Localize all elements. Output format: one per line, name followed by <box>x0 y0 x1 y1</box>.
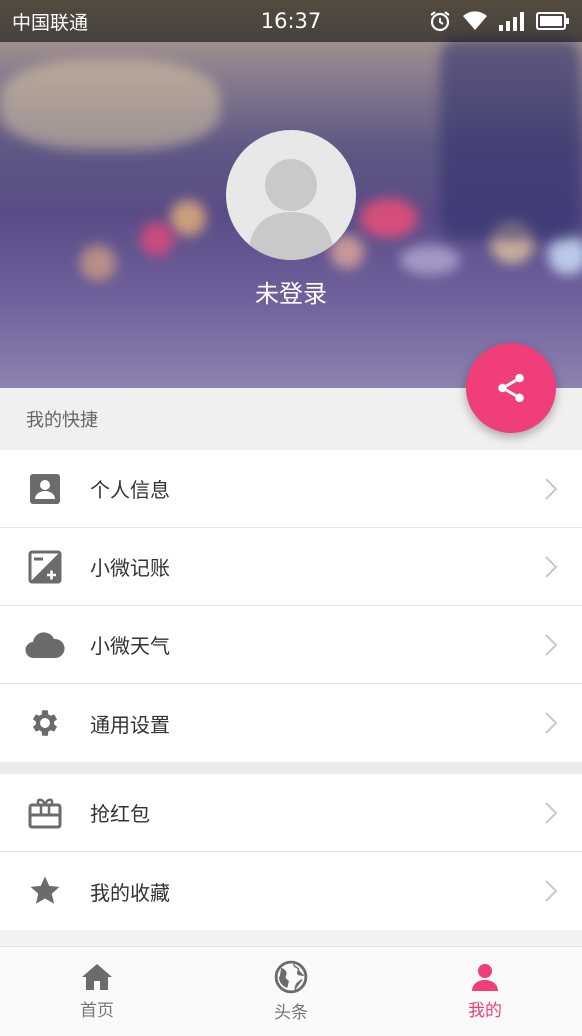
bokeh-light <box>170 200 206 236</box>
share-icon <box>498 373 524 403</box>
sky-glow <box>0 60 220 150</box>
quick-menu: 个人信息 小微记账 小微天气 通用设置 <box>0 450 582 762</box>
menu-item-label: 我的收藏 <box>90 880 170 905</box>
extra-menu: 抢红包 我的收藏 <box>0 774 582 930</box>
star-icon <box>25 871 65 911</box>
person-icon <box>472 964 498 991</box>
building-shadow <box>440 40 580 240</box>
menu-item-label: 小微记账 <box>90 556 170 580</box>
cloud-icon <box>25 625 65 665</box>
plus-minus-icon <box>25 547 65 587</box>
menu-item-settings[interactable]: 通用设置 <box>0 684 582 762</box>
chevron-right-icon <box>545 556 558 578</box>
tab-home[interactable]: 首页 <box>0 947 194 1036</box>
bokeh-light <box>360 198 418 238</box>
menu-item-accounting[interactable]: 小微记账 <box>0 528 582 606</box>
tab-label: 头条 <box>274 1003 308 1023</box>
menu-item-red-packet[interactable]: 抢红包 <box>0 774 582 852</box>
globe-icon <box>274 960 308 994</box>
tab-label: 首页 <box>80 1001 114 1021</box>
default-avatar-icon <box>248 159 334 260</box>
chevron-right-icon <box>545 880 558 902</box>
bottom-tab-bar: 首页 头条 我的 <box>0 946 582 1036</box>
tab-headlines[interactable]: 头条 <box>194 947 388 1036</box>
status-bar: 中国联通 16:37 <box>0 0 582 42</box>
menu-item-label: 通用设置 <box>90 712 170 737</box>
home-icon <box>82 964 112 990</box>
person-card-icon <box>25 469 65 509</box>
menu-item-label: 小微天气 <box>90 634 170 658</box>
menu-item-label: 抢红包 <box>90 802 150 826</box>
section-divider <box>0 762 582 774</box>
status-time: 16:37 <box>260 9 322 33</box>
menu-item-label: 个人信息 <box>90 478 170 502</box>
menu-item-favorites[interactable]: 我的收藏 <box>0 852 582 930</box>
tab-label: 我的 <box>468 1001 502 1021</box>
chevron-right-icon <box>545 712 558 734</box>
login-status[interactable]: 未登录 <box>0 274 582 309</box>
menu-item-personal-info[interactable]: 个人信息 <box>0 450 582 528</box>
gear-icon <box>25 703 65 743</box>
bokeh-light <box>140 222 174 256</box>
tab-mine[interactable]: 我的 <box>388 947 582 1036</box>
chevron-right-icon <box>545 802 558 824</box>
menu-item-weather[interactable]: 小微天气 <box>0 606 582 684</box>
avatar[interactable] <box>226 130 356 260</box>
bokeh-light <box>400 245 460 275</box>
chevron-right-icon <box>545 478 558 500</box>
share-button[interactable] <box>466 343 556 433</box>
gift-card-icon <box>25 793 65 833</box>
bokeh-light <box>548 235 582 275</box>
chevron-right-icon <box>545 634 558 656</box>
profile-header: 中国联通 16:37 未登录 <box>0 0 582 388</box>
